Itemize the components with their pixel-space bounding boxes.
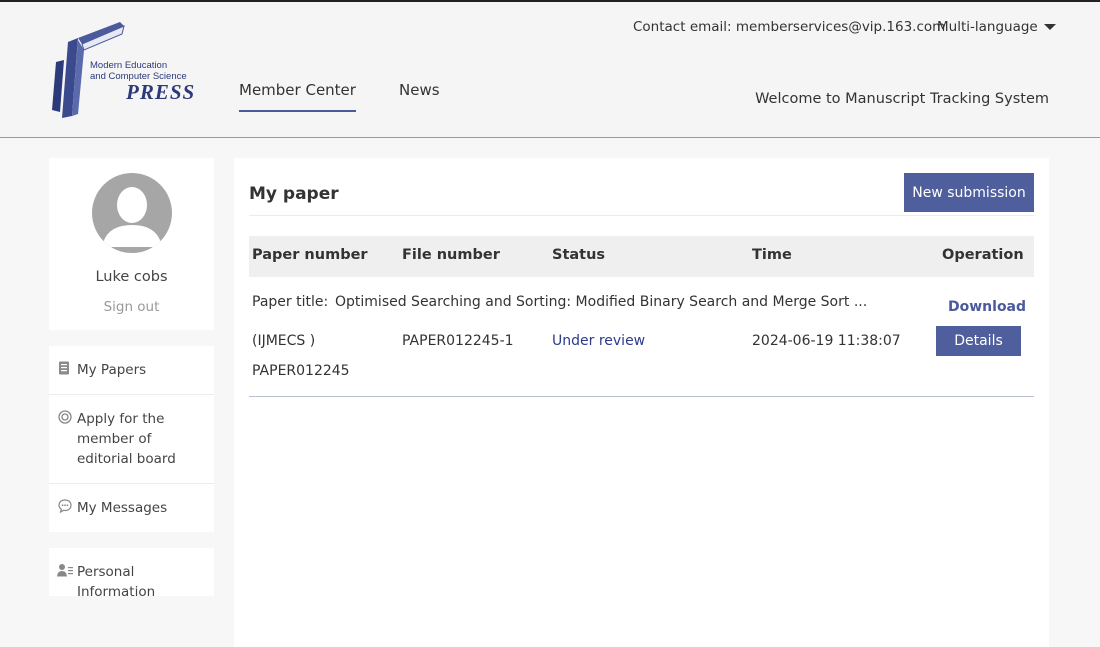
paper-title: Optimised Searching and Sorting: Modifie…: [335, 294, 868, 310]
site-header: Modern Education and Computer Science PR…: [0, 2, 1100, 138]
column-header-operation: Operation: [942, 247, 1024, 263]
column-header-paper-number: Paper number: [252, 247, 368, 263]
column-header-status: Status: [552, 247, 606, 263]
table-header: Paper number File number Status Time Ope…: [249, 236, 1034, 277]
column-header-time: Time: [752, 247, 792, 263]
press-logo[interactable]: Modern Education and Computer Science PR…: [50, 20, 200, 118]
user-card-icon: [57, 563, 73, 577]
caret-down-icon: [1043, 24, 1056, 30]
row-divider: [249, 396, 1034, 397]
page-title: My paper: [249, 184, 339, 204]
paper-number: PAPER012245: [252, 363, 350, 379]
new-submission-button[interactable]: New submission: [904, 173, 1034, 212]
sidebar-item-label: My Messages: [77, 500, 168, 516]
sidebar-item-label: My Papers: [77, 362, 147, 378]
nav-member-center[interactable]: Member Center: [239, 81, 356, 112]
sidebar-item-my-papers[interactable]: My Papers: [49, 360, 214, 380]
language-label: Multi-language: [937, 19, 1038, 35]
divider: [249, 215, 1034, 216]
contact-info: Contact email: memberservices@vip.163.co…: [633, 19, 945, 35]
welcome-text: Welcome to Manuscript Tracking System: [755, 91, 1049, 107]
sidebar-personal-card: Personal Information: [49, 548, 214, 600]
nav-news[interactable]: News: [399, 81, 440, 99]
divider: [49, 394, 214, 395]
sidebar-item-my-messages[interactable]: My Messages: [49, 498, 214, 518]
logo-press: PRESS: [126, 80, 196, 104]
submission-time: 2024-06-19 11:38:07: [752, 333, 901, 349]
badge-icon: [58, 410, 72, 424]
paper-title-label: Paper title:: [252, 294, 329, 310]
sidebar-item-personal-information[interactable]: Personal Information: [49, 562, 214, 600]
sidebar-menu: My Papers Apply for the member of editor…: [49, 346, 214, 532]
download-link[interactable]: Download: [948, 299, 1026, 315]
user-avatar-icon: [92, 173, 172, 253]
status-link[interactable]: Under review: [552, 333, 645, 349]
logo-line1: Modern Education: [90, 60, 168, 71]
sidebar-item-label: Personal Information: [77, 564, 156, 600]
username: Luke cobs: [95, 269, 168, 285]
sidebar-item-apply-editorial[interactable]: Apply for the member of editorial board: [49, 409, 214, 469]
details-button[interactable]: Details: [936, 326, 1021, 356]
divider: [49, 483, 214, 484]
profile-card: Luke cobs Sign out: [49, 158, 214, 330]
column-header-file-number: File number: [402, 247, 500, 263]
journal-code: (IJMECS ): [252, 333, 316, 349]
contact-label: Contact email:: [633, 19, 732, 35]
file-number: PAPER012245-1: [402, 333, 514, 349]
sign-out-link[interactable]: Sign out: [49, 299, 214, 315]
sidebar-item-label: Apply for the member of editorial board: [77, 411, 176, 467]
document-icon: [58, 361, 72, 375]
my-paper-panel: My paper New submission Paper number Fil…: [234, 158, 1049, 647]
language-dropdown[interactable]: Multi-language: [937, 19, 1056, 35]
chat-bubble-icon: [58, 499, 72, 514]
contact-email[interactable]: memberservices@vip.163.com: [736, 19, 945, 35]
